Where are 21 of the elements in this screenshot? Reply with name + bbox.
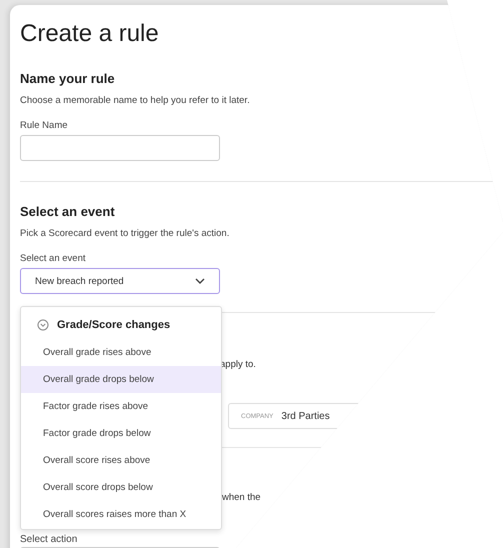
section-description: when the xyxy=(222,492,261,503)
group-heading: Grade/Score changes xyxy=(57,319,170,331)
collapse-icon xyxy=(37,319,49,331)
chevron-down-icon xyxy=(195,278,205,284)
menu-item[interactable]: Factor grade drops below xyxy=(21,420,221,447)
section-heading: Select an event xyxy=(20,204,116,220)
event-select[interactable]: New breach reported xyxy=(20,268,220,294)
menu-item[interactable]: Overall scores raises more than X xyxy=(21,501,221,528)
rule-name-field[interactable] xyxy=(20,135,220,161)
field-label: Select action xyxy=(20,534,78,545)
menu-item[interactable]: Factor grade rises above xyxy=(21,393,221,420)
section-heading: Name your rule xyxy=(20,71,116,87)
section-description: Pick a Scorecard event to trigger the rule's action. xyxy=(20,228,230,239)
field-label: Rule Name xyxy=(20,120,69,131)
menu-item[interactable]: Overall score rises above xyxy=(21,447,221,474)
section-description: Choose a memorable name to help you refer to it later. xyxy=(20,95,251,106)
menu-item[interactable]: Overall grade rises above xyxy=(21,339,221,366)
page-title: Create a rule xyxy=(20,19,160,49)
field-label: Select an event xyxy=(20,253,86,264)
menu-item[interactable]: Overall score drops below xyxy=(21,474,221,501)
menu-item[interactable]: Overall grade drops below xyxy=(21,366,221,393)
